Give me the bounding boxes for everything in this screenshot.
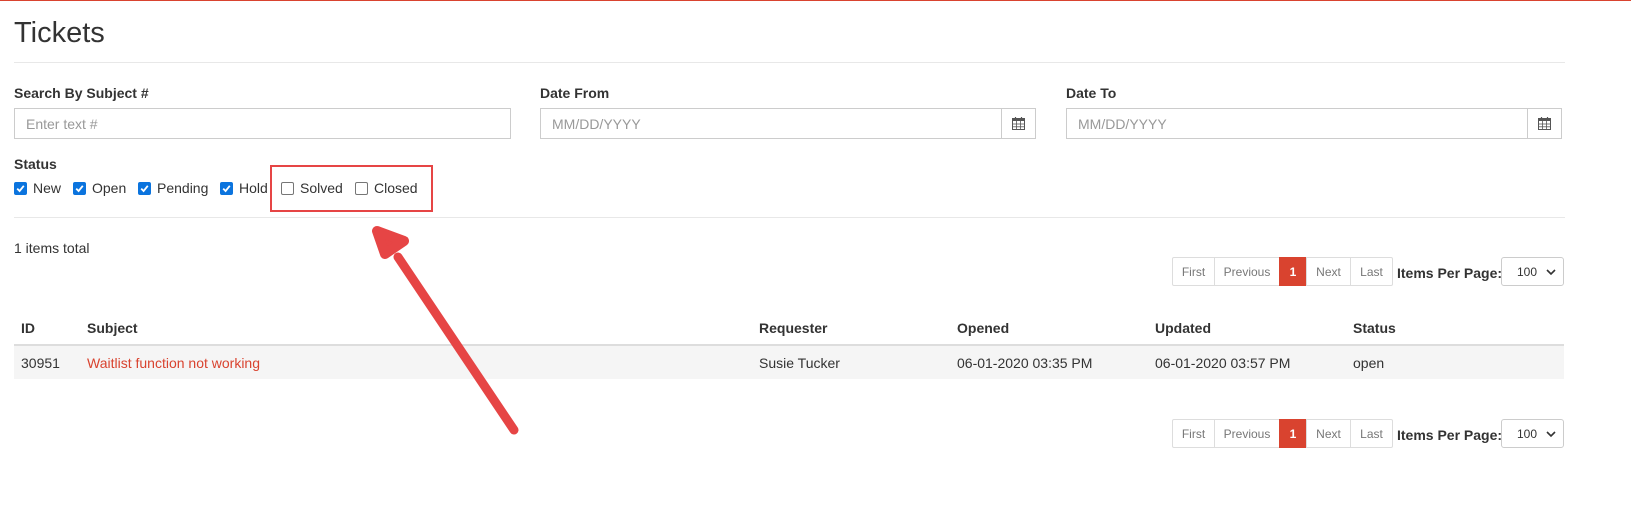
annotation-arrow [372,226,519,435]
